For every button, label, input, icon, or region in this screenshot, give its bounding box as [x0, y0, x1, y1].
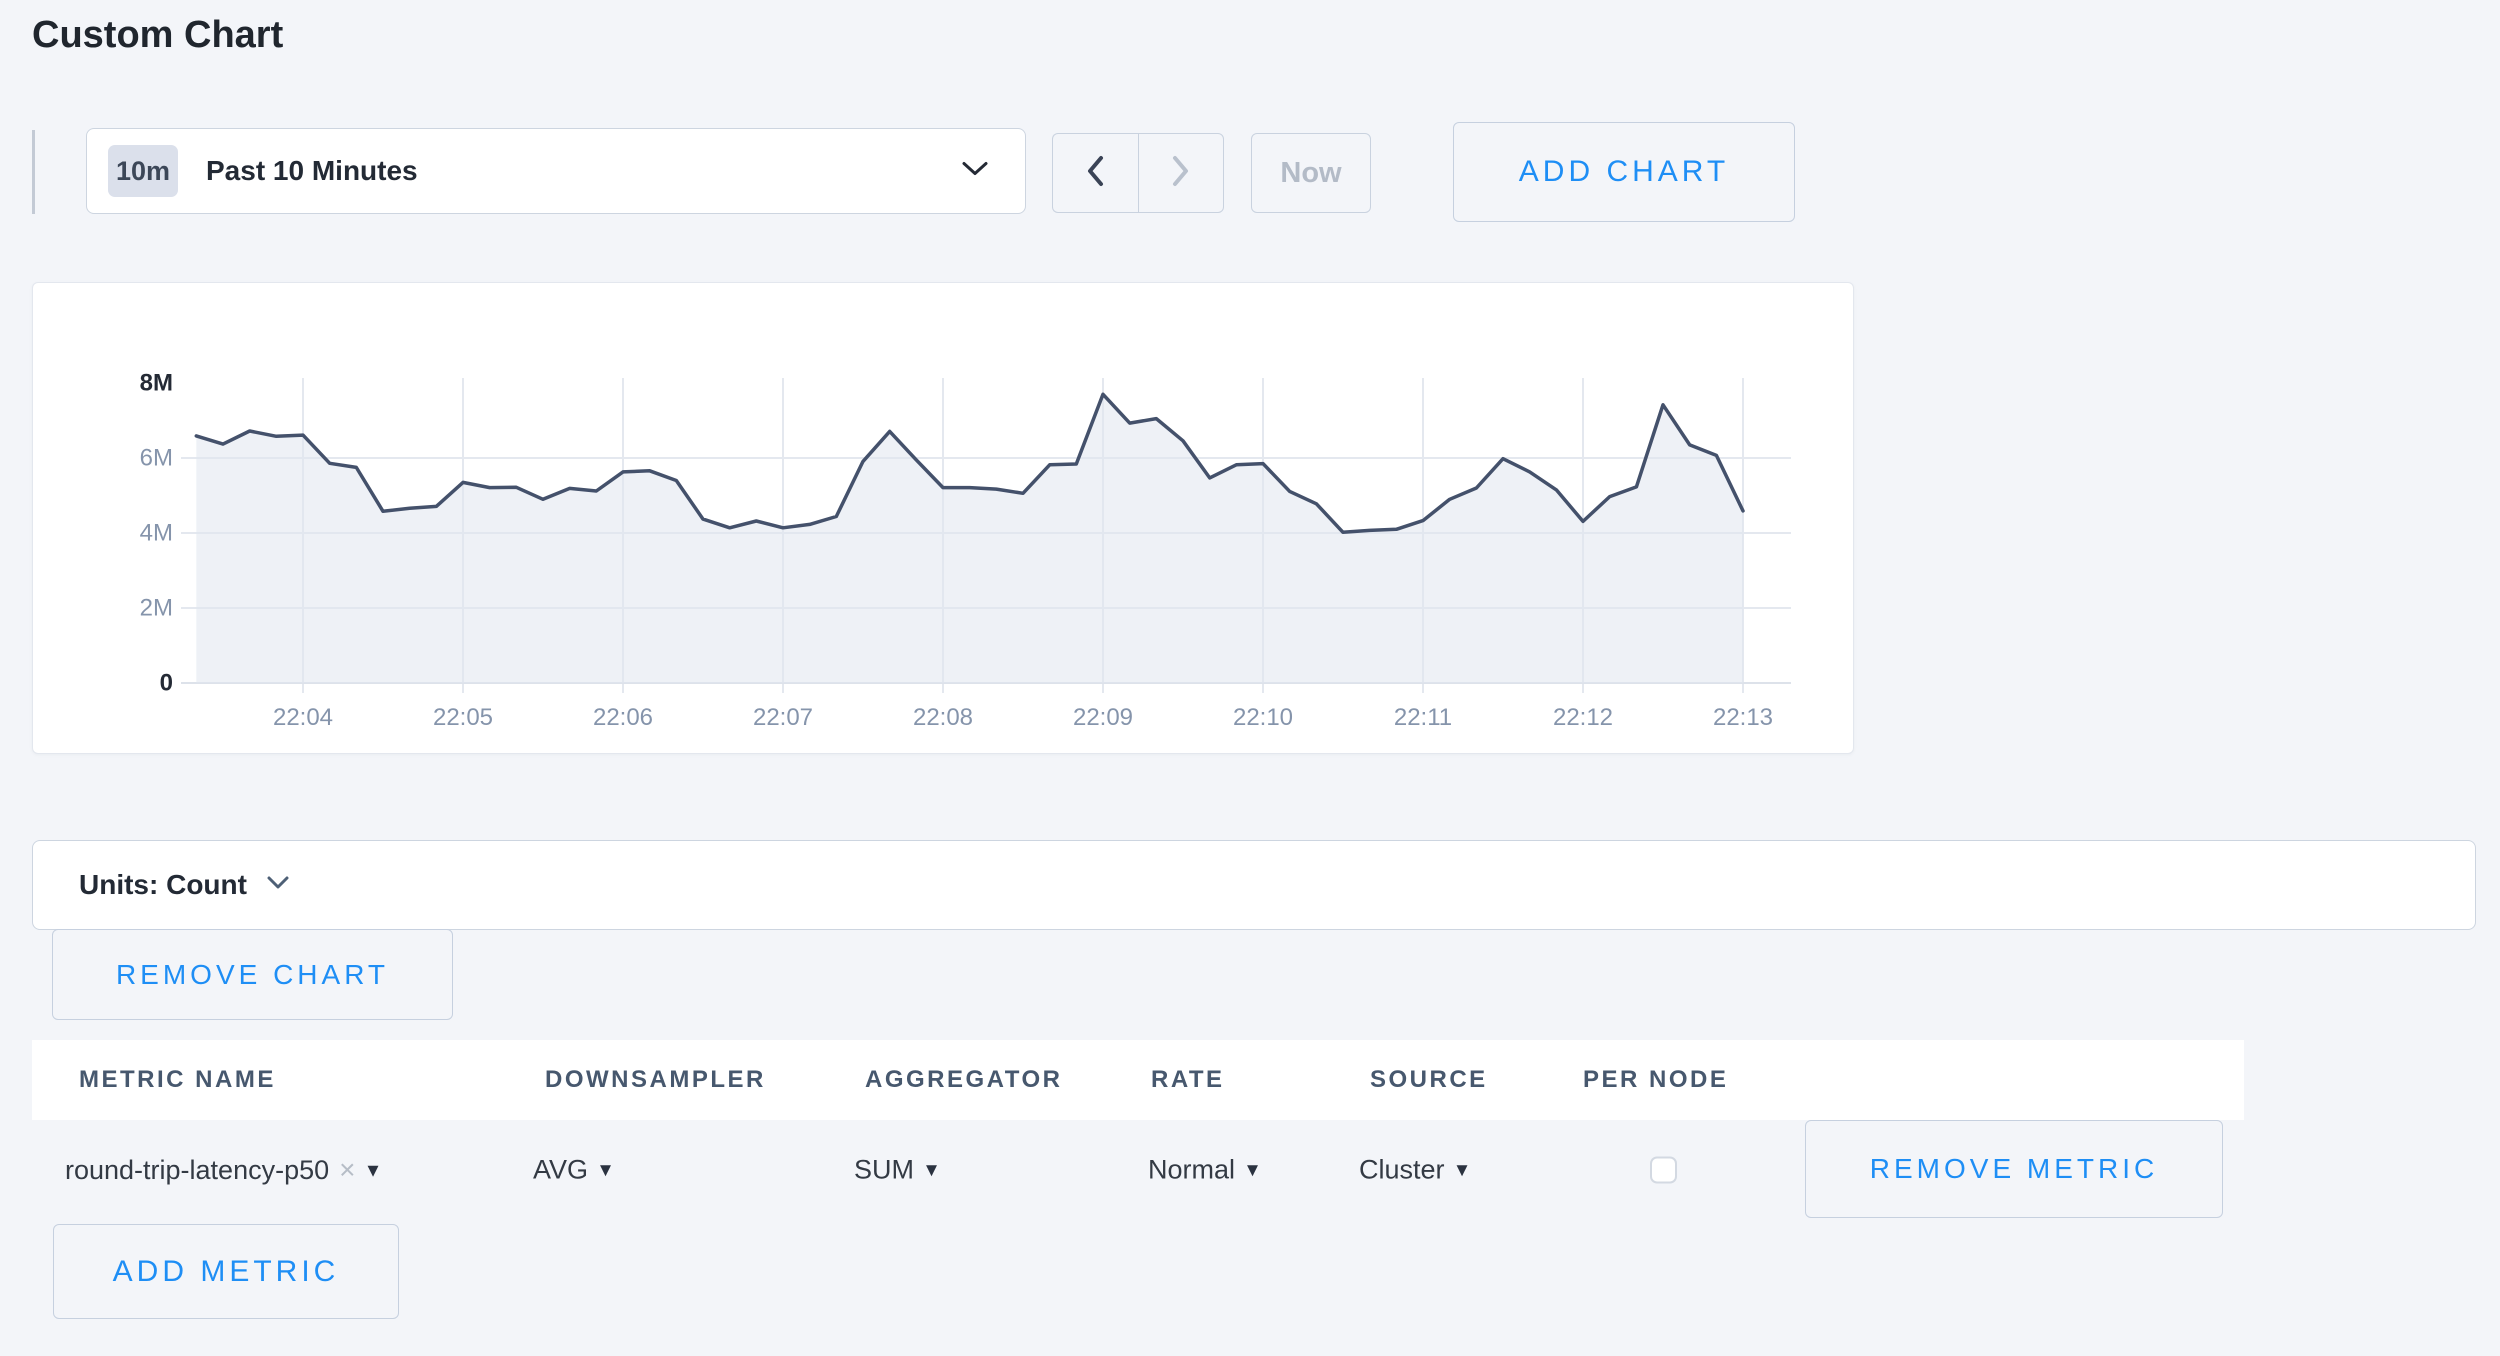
metric-name-dropdown[interactable]: round-trip-latency-p50 × ▾: [65, 1154, 379, 1186]
next-arrow-icon: [1170, 154, 1192, 193]
svg-text:22:07: 22:07: [753, 704, 813, 731]
metrics-table-header: METRIC NAME DOWNSAMPLER AGGREGATOR RATE …: [32, 1040, 2244, 1120]
dropdown-caret-icon: ▾: [368, 1158, 379, 1183]
dropdown-caret-icon: ▾: [926, 1158, 937, 1183]
svg-text:22:08: 22:08: [913, 704, 973, 731]
svg-text:4M: 4M: [140, 520, 173, 547]
header-per-node: PER NODE: [1583, 1066, 1728, 1094]
rate-value: Normal: [1148, 1155, 1235, 1186]
dropdown-caret-icon: ▾: [600, 1158, 611, 1183]
metric-name-value: round-trip-latency-p50: [65, 1155, 329, 1186]
svg-text:22:06: 22:06: [593, 704, 653, 731]
custom-chart-page: Custom Chart 10m Past 10 Minutes Now ADD…: [0, 0, 2500, 1356]
next-time-button[interactable]: [1138, 133, 1225, 213]
svg-text:0: 0: [160, 670, 173, 697]
source-dropdown[interactable]: Cluster ▾: [1359, 1155, 1468, 1186]
rate-dropdown[interactable]: Normal ▾: [1148, 1155, 1258, 1186]
header-metric-name: METRIC NAME: [79, 1066, 276, 1094]
header-rate: RATE: [1151, 1066, 1225, 1094]
downsampler-dropdown[interactable]: AVG ▾: [533, 1155, 611, 1186]
now-button[interactable]: Now: [1251, 133, 1371, 213]
chevron-down-icon: [961, 161, 989, 182]
chart-card: 0 2M 4M 6M 8M 22:04 22:05 22:06 22:07 22:08 22:09 2…: [32, 282, 1854, 754]
add-chart-button[interactable]: ADD CHART: [1453, 122, 1795, 222]
time-pager: [1052, 133, 1224, 213]
svg-text:8M: 8M: [140, 370, 173, 397]
aggregator-dropdown[interactable]: SUM ▾: [854, 1155, 937, 1186]
svg-text:22:10: 22:10: [1233, 704, 1293, 731]
clear-metric-icon[interactable]: ×: [339, 1154, 355, 1186]
svg-text:22:05: 22:05: [433, 704, 493, 731]
prev-time-button[interactable]: [1052, 133, 1138, 213]
units-label: Units: Count: [79, 869, 247, 901]
timeseries-area-chart[interactable]: 0 2M 4M 6M 8M 22:04 22:05 22:06 22:07 22:08 22:09 2…: [33, 283, 1855, 755]
toolbar-divider: [32, 130, 35, 214]
aggregator-value: SUM: [854, 1155, 914, 1186]
remove-chart-button[interactable]: REMOVE CHART: [52, 929, 453, 1020]
downsampler-value: AVG: [533, 1155, 588, 1186]
header-aggregator: AGGREGATOR: [865, 1066, 1062, 1094]
add-metric-button[interactable]: ADD METRIC: [53, 1224, 399, 1319]
time-range-label: Past 10 Minutes: [206, 155, 418, 187]
prev-arrow-icon: [1084, 154, 1106, 193]
remove-metric-button[interactable]: REMOVE METRIC: [1805, 1120, 2223, 1218]
time-range-dropdown[interactable]: 10m Past 10 Minutes: [86, 128, 1026, 214]
svg-text:6M: 6M: [140, 445, 173, 472]
svg-text:22:11: 22:11: [1394, 704, 1452, 731]
units-dropdown[interactable]: Units: Count: [32, 840, 2476, 930]
per-node-checkbox[interactable]: [1650, 1157, 1677, 1184]
svg-text:22:12: 22:12: [1553, 704, 1613, 731]
source-value: Cluster: [1359, 1155, 1445, 1186]
time-range-badge: 10m: [108, 145, 178, 197]
svg-text:22:09: 22:09: [1073, 704, 1133, 731]
dropdown-caret-icon: ▾: [1247, 1158, 1258, 1183]
svg-text:2M: 2M: [140, 595, 173, 622]
dropdown-caret-icon: ▾: [1457, 1158, 1468, 1183]
page-title: Custom Chart: [32, 14, 283, 57]
svg-text:22:04: 22:04: [273, 704, 333, 731]
svg-text:22:13: 22:13: [1713, 704, 1773, 731]
header-downsampler: DOWNSAMPLER: [545, 1066, 766, 1094]
chevron-down-icon: [267, 876, 289, 894]
header-source: SOURCE: [1370, 1066, 1488, 1094]
